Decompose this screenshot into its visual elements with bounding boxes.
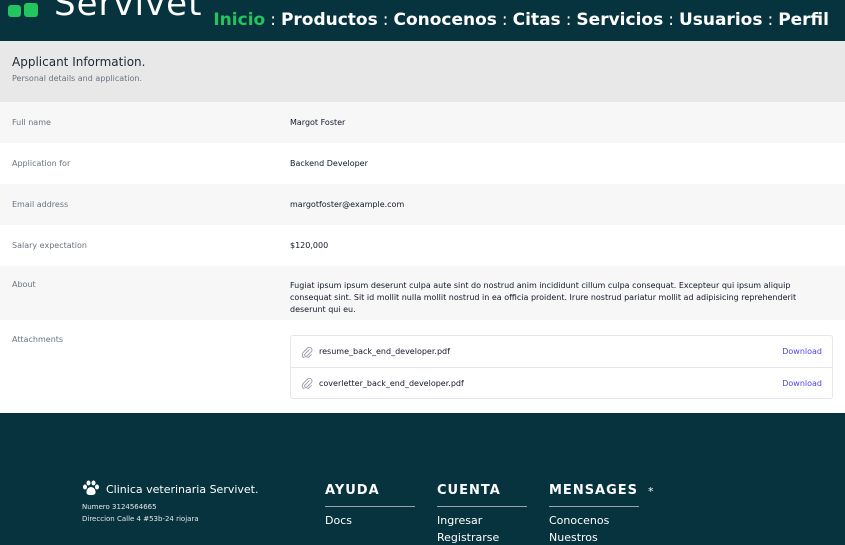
field-label: Full name [12, 118, 51, 127]
clinic-address: Direccion Calle 4 #53b-24 riojara [82, 515, 199, 523]
download-link[interactable]: Download [782, 347, 822, 356]
nav-separator: : [382, 10, 389, 30]
top-navbar: Servivet Inicio : Productos : Conocenos … [0, 0, 845, 41]
field-value: Backend Developer [290, 158, 368, 168]
field-label: Salary expectation [12, 241, 87, 250]
section-subtitle: Personal details and application. [12, 74, 143, 83]
nav-conocenos[interactable]: Conocenos [393, 10, 496, 30]
footer-col-mensages: MENSAGES Conocenos Nuestros [549, 483, 639, 544]
green-paw-logo-icon [6, 0, 46, 17]
brand-name: Servivet [54, 0, 203, 24]
paperclip-icon [301, 346, 313, 359]
paperclip-icon [301, 377, 313, 390]
footer-col-ayuda: AYUDA Docs [325, 483, 415, 527]
row-full-name: Full name Margot Foster [0, 102, 845, 143]
field-label: Attachments [12, 335, 64, 344]
nav-productos[interactable]: Productos [281, 10, 378, 30]
row-attachments: Attachments resume_back_end_developer.pd… [0, 320, 845, 410]
brand[interactable]: Servivet [6, 0, 202, 24]
attachment-item: coverletter_back_end_developer.pdf Downl… [291, 367, 832, 398]
field-label: Email address [12, 200, 69, 209]
nav-separator: : [501, 10, 508, 30]
applicant-header: Applicant Information. Personal details … [0, 41, 845, 102]
clinic-phone: Numero 3124564665 [82, 503, 157, 511]
nav-perfil[interactable]: Perfil [778, 10, 829, 30]
attachment-item: resume_back_end_developer.pdf Download [291, 336, 832, 367]
nav-separator: : [668, 10, 674, 30]
paw-icon [82, 480, 100, 499]
footer-col-heading: AYUDA [325, 483, 415, 507]
footer-link-ingresar[interactable]: Ingresar [437, 514, 527, 527]
field-value: Margot Foster [290, 117, 346, 127]
footer: Clinica veterinaria Servivet. Numero 312… [0, 413, 845, 545]
nav-separator: : [270, 10, 276, 30]
footer-link-conocenos[interactable]: Conocenos [549, 514, 639, 527]
field-label: About [12, 280, 36, 289]
field-value: $120,000 [290, 240, 329, 250]
field-label: Application for [12, 159, 71, 168]
row-salary: Salary expectation $120,000 [0, 225, 845, 266]
clinic-title: Clinica veterinaria Servivet. [106, 483, 259, 496]
field-value: Fugiat ipsum ipsum deserunt culpa aute s… [290, 281, 797, 314]
attachments-list: resume_back_end_developer.pdf Download c… [290, 335, 833, 399]
nav-citas[interactable]: Citas [513, 10, 561, 30]
clinic-info: Clinica veterinaria Servivet. Numero 312… [82, 480, 259, 523]
download-link[interactable]: Download [782, 379, 822, 388]
section-title: Applicant Information. [12, 55, 146, 69]
nav-separator: : [767, 10, 774, 30]
nav-inicio[interactable]: Inicio [213, 10, 265, 30]
footer-link-nuestros[interactable]: Nuestros [549, 531, 639, 544]
applicant-details: Full name Margot Foster Application for … [0, 102, 845, 410]
main-nav: Inicio : Productos : Conocenos : Citas :… [213, 10, 829, 30]
nav-usuarios[interactable]: Usuarios [679, 10, 763, 30]
footer-col-heading: CUENTA [437, 483, 527, 507]
nav-servicios[interactable]: Servicios [576, 10, 663, 30]
footer-link-docs[interactable]: Docs [325, 514, 415, 527]
footer-col-cuenta: CUENTA Ingresar Registrarse [437, 483, 527, 544]
row-about: About Fugiat ipsum ipsum deserunt culpa … [0, 266, 845, 320]
footer-link-registrarse[interactable]: Registrarse [437, 531, 527, 544]
row-email: Email address margotfoster@example.com [0, 184, 845, 225]
row-application-for: Application for Backend Developer [0, 143, 845, 184]
star-icon: * [648, 485, 654, 498]
attachment-name: resume_back_end_developer.pdf [319, 347, 450, 356]
attachment-name: coverletter_back_end_developer.pdf [319, 378, 464, 388]
nav-separator: : [565, 10, 572, 30]
footer-col-heading: MENSAGES [549, 483, 639, 507]
field-value: margotfoster@example.com [290, 199, 405, 209]
